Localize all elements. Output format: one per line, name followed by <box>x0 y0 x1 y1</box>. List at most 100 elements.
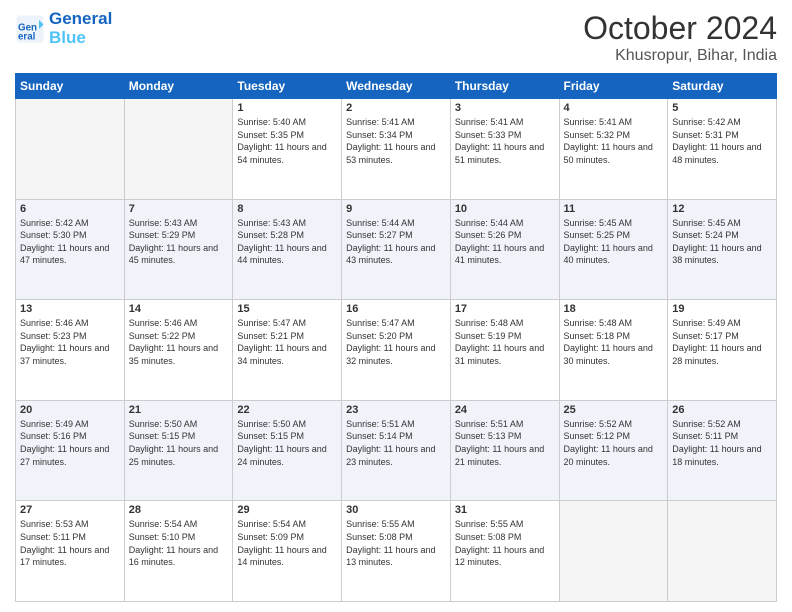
cell-info: Sunrise: 5:51 AMSunset: 5:13 PMDaylight:… <box>455 418 555 468</box>
calendar-cell: 7 Sunrise: 5:43 AMSunset: 5:29 PMDaylight… <box>124 199 233 300</box>
day-number: 12 <box>672 203 772 215</box>
calendar-week-5: 27 Sunrise: 5:53 AMSunset: 5:11 PMDayligh… <box>16 501 777 602</box>
day-number: 8 <box>237 203 337 215</box>
weekday-header-wednesday: Wednesday <box>342 74 451 99</box>
cell-info: Sunrise: 5:54 AMSunset: 5:09 PMDaylight:… <box>237 518 337 568</box>
cell-info: Sunrise: 5:45 AMSunset: 5:25 PMDaylight:… <box>564 217 664 267</box>
cell-info: Sunrise: 5:55 AMSunset: 5:08 PMDaylight:… <box>346 518 446 568</box>
day-number: 28 <box>129 504 229 516</box>
cell-info: Sunrise: 5:52 AMSunset: 5:11 PMDaylight:… <box>672 418 772 468</box>
calendar-cell: 29 Sunrise: 5:54 AMSunset: 5:09 PMDayligh… <box>233 501 342 602</box>
day-number: 29 <box>237 504 337 516</box>
cell-info: Sunrise: 5:47 AMSunset: 5:20 PMDaylight:… <box>346 317 446 367</box>
month-title: October 2024 <box>583 10 777 47</box>
calendar-cell: 16Sunrise: 5:47 AMSunset: 5:20 PMDayligh… <box>342 300 451 401</box>
day-number: 2 <box>346 102 446 114</box>
cell-info: Sunrise: 5:42 AMSunset: 5:31 PMDaylight:… <box>672 116 772 166</box>
cell-info: Sunrise: 5:48 AMSunset: 5:19 PMDaylight:… <box>455 317 555 367</box>
calendar-cell: 1Sunrise: 5:40 AMSunset: 5:35 PMDaylight… <box>233 99 342 200</box>
calendar-cell: 27 Sunrise: 5:53 AMSunset: 5:11 PMDayligh… <box>16 501 125 602</box>
day-number: 3 <box>455 102 555 114</box>
day-number: 17 <box>455 303 555 315</box>
title-block: October 2024 Khusropur, Bihar, India <box>583 10 777 65</box>
day-number: 27 <box>20 504 120 516</box>
location-title: Khusropur, Bihar, India <box>583 47 777 65</box>
day-number: 18 <box>564 303 664 315</box>
day-number: 24 <box>455 404 555 416</box>
calendar-cell <box>16 99 125 200</box>
day-number: 23 <box>346 404 446 416</box>
cell-info: Sunrise: 5:43 AMSunset: 5:28 PMDaylight:… <box>237 217 337 267</box>
calendar-cell: 19 Sunrise: 5:49 AMSunset: 5:17 PMDayligh… <box>668 300 777 401</box>
cell-info: Sunrise: 5:44 AMSunset: 5:27 PMDaylight:… <box>346 217 446 267</box>
calendar-cell: 18Sunrise: 5:48 AMSunset: 5:18 PMDayligh… <box>559 300 668 401</box>
calendar-cell: 9 Sunrise: 5:44 AMSunset: 5:27 PMDaylight… <box>342 199 451 300</box>
cell-info: Sunrise: 5:49 AMSunset: 5:16 PMDaylight:… <box>20 418 120 468</box>
calendar-cell: 11 Sunrise: 5:45 AMSunset: 5:25 PMDayligh… <box>559 199 668 300</box>
day-number: 25 <box>564 404 664 416</box>
cell-info: Sunrise: 5:41 AMSunset: 5:32 PMDaylight:… <box>564 116 664 166</box>
day-number: 10 <box>455 203 555 215</box>
day-number: 7 <box>129 203 229 215</box>
calendar-body: 1Sunrise: 5:40 AMSunset: 5:35 PMDaylight… <box>16 99 777 602</box>
calendar-cell: 4 Sunrise: 5:41 AMSunset: 5:32 PMDaylight… <box>559 99 668 200</box>
calendar-cell: 24 Sunrise: 5:51 AMSunset: 5:13 PMDayligh… <box>450 400 559 501</box>
calendar-cell: 6Sunrise: 5:42 AMSunset: 5:30 PMDaylight… <box>16 199 125 300</box>
cell-info: Sunrise: 5:49 AMSunset: 5:17 PMDaylight:… <box>672 317 772 367</box>
cell-info: Sunrise: 5:40 AMSunset: 5:35 PMDaylight:… <box>237 116 337 166</box>
cell-info: Sunrise: 5:43 AMSunset: 5:29 PMDaylight:… <box>129 217 229 267</box>
cell-info: Sunrise: 5:44 AMSunset: 5:26 PMDaylight:… <box>455 217 555 267</box>
calendar-cell: 22 Sunrise: 5:50 AMSunset: 5:15 PMDayligh… <box>233 400 342 501</box>
weekday-header-monday: Monday <box>124 74 233 99</box>
calendar-cell: 30 Sunrise: 5:55 AMSunset: 5:08 PMDayligh… <box>342 501 451 602</box>
day-number: 20 <box>20 404 120 416</box>
weekday-header-thursday: Thursday <box>450 74 559 99</box>
calendar-cell: 20 Sunrise: 5:49 AMSunset: 5:16 PMDayligh… <box>16 400 125 501</box>
weekday-header-sunday: Sunday <box>16 74 125 99</box>
calendar-cell: 8 Sunrise: 5:43 AMSunset: 5:28 PMDaylight… <box>233 199 342 300</box>
weekday-header-tuesday: Tuesday <box>233 74 342 99</box>
cell-info: Sunrise: 5:50 AMSunset: 5:15 PMDaylight:… <box>237 418 337 468</box>
day-number: 9 <box>346 203 446 215</box>
calendar-week-1: 1Sunrise: 5:40 AMSunset: 5:35 PMDaylight… <box>16 99 777 200</box>
calendar-cell: 21Sunrise: 5:50 AMSunset: 5:15 PMDayligh… <box>124 400 233 501</box>
logo-blue: Blue <box>49 29 112 48</box>
header: Gen eral General Blue October 2024 Khusr… <box>15 10 777 65</box>
weekday-header-row: SundayMondayTuesdayWednesdayThursdayFrid… <box>16 74 777 99</box>
cell-info: Sunrise: 5:53 AMSunset: 5:11 PMDaylight:… <box>20 518 120 568</box>
day-number: 26 <box>672 404 772 416</box>
logo-text: General Blue <box>49 10 112 47</box>
calendar-cell: 23 Sunrise: 5:51 AMSunset: 5:14 PMDayligh… <box>342 400 451 501</box>
day-number: 22 <box>237 404 337 416</box>
calendar-cell: 31Sunrise: 5:55 AMSunset: 5:08 PMDayligh… <box>450 501 559 602</box>
cell-info: Sunrise: 5:55 AMSunset: 5:08 PMDaylight:… <box>455 518 555 568</box>
calendar-cell: 12Sunrise: 5:45 AMSunset: 5:24 PMDayligh… <box>668 199 777 300</box>
logo: Gen eral General Blue <box>15 10 112 47</box>
day-number: 15 <box>237 303 337 315</box>
day-number: 21 <box>129 404 229 416</box>
day-number: 11 <box>564 203 664 215</box>
calendar-cell: 15Sunrise: 5:47 AMSunset: 5:21 PMDayligh… <box>233 300 342 401</box>
day-number: 4 <box>564 102 664 114</box>
cell-info: Sunrise: 5:46 AMSunset: 5:23 PMDaylight:… <box>20 317 120 367</box>
cell-info: Sunrise: 5:41 AMSunset: 5:33 PMDaylight:… <box>455 116 555 166</box>
day-number: 13 <box>20 303 120 315</box>
day-number: 6 <box>20 203 120 215</box>
cell-info: Sunrise: 5:46 AMSunset: 5:22 PMDaylight:… <box>129 317 229 367</box>
weekday-header-friday: Friday <box>559 74 668 99</box>
calendar-cell: 14Sunrise: 5:46 AMSunset: 5:22 PMDayligh… <box>124 300 233 401</box>
calendar-table: SundayMondayTuesdayWednesdayThursdayFrid… <box>15 73 777 602</box>
day-number: 19 <box>672 303 772 315</box>
calendar-week-2: 6Sunrise: 5:42 AMSunset: 5:30 PMDaylight… <box>16 199 777 300</box>
calendar-week-3: 13 Sunrise: 5:46 AMSunset: 5:23 PMDayligh… <box>16 300 777 401</box>
calendar-cell <box>668 501 777 602</box>
calendar-cell: 28 Sunrise: 5:54 AMSunset: 5:10 PMDayligh… <box>124 501 233 602</box>
calendar-cell: 26 Sunrise: 5:52 AMSunset: 5:11 PMDayligh… <box>668 400 777 501</box>
cell-info: Sunrise: 5:51 AMSunset: 5:14 PMDaylight:… <box>346 418 446 468</box>
calendar-page: Gen eral General Blue October 2024 Khusr… <box>0 0 792 612</box>
day-number: 30 <box>346 504 446 516</box>
cell-info: Sunrise: 5:54 AMSunset: 5:10 PMDaylight:… <box>129 518 229 568</box>
calendar-cell: 5Sunrise: 5:42 AMSunset: 5:31 PMDaylight… <box>668 99 777 200</box>
calendar-cell <box>124 99 233 200</box>
calendar-cell: 3 Sunrise: 5:41 AMSunset: 5:33 PMDaylight… <box>450 99 559 200</box>
